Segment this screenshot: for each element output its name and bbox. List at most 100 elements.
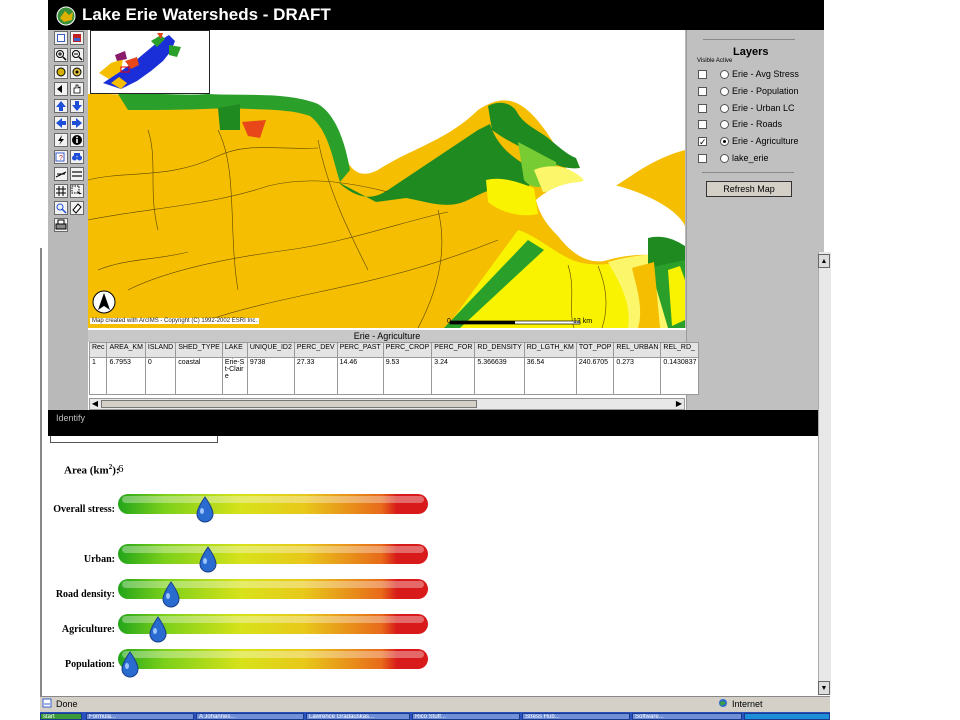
layers-column-headers: Visible Active [697,58,733,64]
column-header[interactable]: PERC_FOR [431,342,476,358]
layers-title: Layers [733,46,769,58]
overview-watershed-green-2 [169,45,181,57]
pan-south-icon[interactable] [70,99,84,113]
table-cell: 6.7953 [106,357,146,395]
road-density-label: Road density: [55,589,115,600]
watershed-dark-green[interactable] [218,104,240,130]
taskbar-item[interactable]: A Johannes... [196,713,304,720]
table-cell: 5.366639 [474,357,525,395]
layer-visible-checkbox[interactable] [698,154,707,163]
measure-icon[interactable] [54,167,68,181]
agriculture-marker-icon [149,616,167,643]
attribute-table: Rec AREA_KM ISLAND SHED_TYPE LAKE UNIQUE… [88,342,700,395]
status-text: Done [56,699,78,709]
overview-map[interactable] [90,30,210,94]
back-extent-icon[interactable] [54,82,68,96]
table-cell: 27.33 [293,357,338,395]
column-header[interactable]: UNIQUE_ID2 [246,342,295,358]
layer-label: Erie - Roads [732,119,783,129]
column-header[interactable]: LAKE [221,342,248,358]
zoom-active-layer-icon[interactable] [70,65,84,79]
layer-active-radio[interactable] [720,120,729,129]
select-rectangle-icon[interactable] [70,184,84,198]
column-header[interactable]: PERC_DEV [293,342,338,358]
page-vertical-scrollbar[interactable] [818,252,831,694]
column-header[interactable]: REL_URBAN [613,342,662,358]
north-arrow-icon [92,290,116,314]
scroll-right-arrow-icon[interactable]: ▶ [674,399,684,409]
svg-text:?: ? [59,155,63,162]
security-zone-label: Internet [732,699,763,709]
toggle-legend-icon[interactable] [54,31,68,45]
zoom-out-icon[interactable] [70,48,84,62]
table-cell: 9738 [246,357,295,395]
taskbar-item[interactable]: Rico Stuff... [412,713,520,720]
table-scroll-thumb[interactable] [101,400,477,408]
scroll-up-arrow-icon[interactable]: ▲ [818,254,830,268]
column-header[interactable]: Rec [88,342,108,358]
start-button[interactable]: start [40,713,82,720]
table-row[interactable]: 1 6.7953 0 coastal Erie-St-Claire 9738 2… [88,357,700,395]
layer-label: Erie - Population [732,86,799,96]
column-header[interactable]: ISLAND [144,342,177,358]
table-cell: 9.53 [382,357,433,395]
table-cell: 0 [144,357,177,395]
zoom-in-icon[interactable] [54,48,68,62]
pan-hand-icon[interactable] [70,82,84,96]
overall-stress-gauge [118,494,428,514]
zoom-full-extent-icon[interactable] [54,65,68,79]
column-header[interactable]: PERC_CROP [382,342,433,358]
select-grid-icon[interactable] [54,184,68,198]
column-header[interactable]: REL_RD_ [660,342,700,358]
column-header[interactable]: SHED_TYPE [175,342,223,358]
refresh-map-button[interactable]: Refresh Map [706,181,792,197]
query-icon[interactable]: ? [54,150,68,164]
column-header[interactable]: TOT_POP [575,342,615,358]
hyperlink-icon[interactable] [54,133,68,147]
map-toolbar: ? [52,30,88,232]
pan-west-icon[interactable] [54,116,68,130]
taskbar-item[interactable]: Software... [632,713,742,720]
layer-active-radio[interactable] [720,154,729,163]
layer-active-radio-selected[interactable] [720,137,729,146]
scale-bar [449,320,581,325]
identify-icon[interactable] [70,133,84,147]
print-icon[interactable] [54,218,68,232]
layer-visible-checkbox-checked[interactable]: ✓ [698,137,707,147]
column-header[interactable]: RD_LGTH_KM [523,342,577,358]
layer-active-radio[interactable] [720,70,729,79]
find-binoculars-icon[interactable] [70,150,84,164]
layer-label: Erie - Agriculture [732,136,799,146]
layer-visible-checkbox[interactable] [698,104,707,113]
layer-label: lake_erie [732,153,769,163]
table-header-row: Rec AREA_KM ISLAND SHED_TYPE LAKE UNIQUE… [88,342,700,358]
taskbar-item[interactable]: Lawrence Gradauskas... [306,713,410,720]
layers-divider-bottom [702,172,794,173]
population-gauge [118,649,428,669]
agriculture-label: Agriculture: [61,624,115,635]
taskbar-item[interactable]: Formula... [86,713,194,720]
layer-visible-checkbox[interactable] [698,87,707,96]
layer-visible-checkbox[interactable] [698,70,707,79]
pan-north-icon[interactable] [54,99,68,113]
layer-active-radio[interactable] [720,104,729,113]
table-cell: 1 [88,357,108,395]
select-by-line-icon[interactable] [54,201,68,215]
column-header[interactable]: AREA_KM [106,342,146,358]
table-cell: coastal [175,357,223,395]
layer-visible-checkbox[interactable] [698,120,707,129]
column-header[interactable]: RD_DENSITY [474,342,525,358]
clear-selection-eraser-icon[interactable] [70,201,84,215]
set-units-icon[interactable] [70,167,84,181]
table-cell: 3.24 [431,357,476,395]
table-cell: 0.1430837 [660,357,700,395]
column-header[interactable]: PERC_PAST [336,342,384,358]
toggle-layers-icon[interactable] [70,31,84,45]
scroll-down-arrow-icon[interactable]: ▼ [818,681,830,695]
scroll-left-arrow-icon[interactable]: ◀ [90,399,100,409]
table-cell: Erie-St-Claire [221,357,248,395]
internet-zone-globe-icon [719,699,727,707]
layer-active-radio[interactable] [720,87,729,96]
taskbar-item[interactable]: Stress Hub... [522,713,630,720]
pan-east-icon[interactable] [70,116,84,130]
